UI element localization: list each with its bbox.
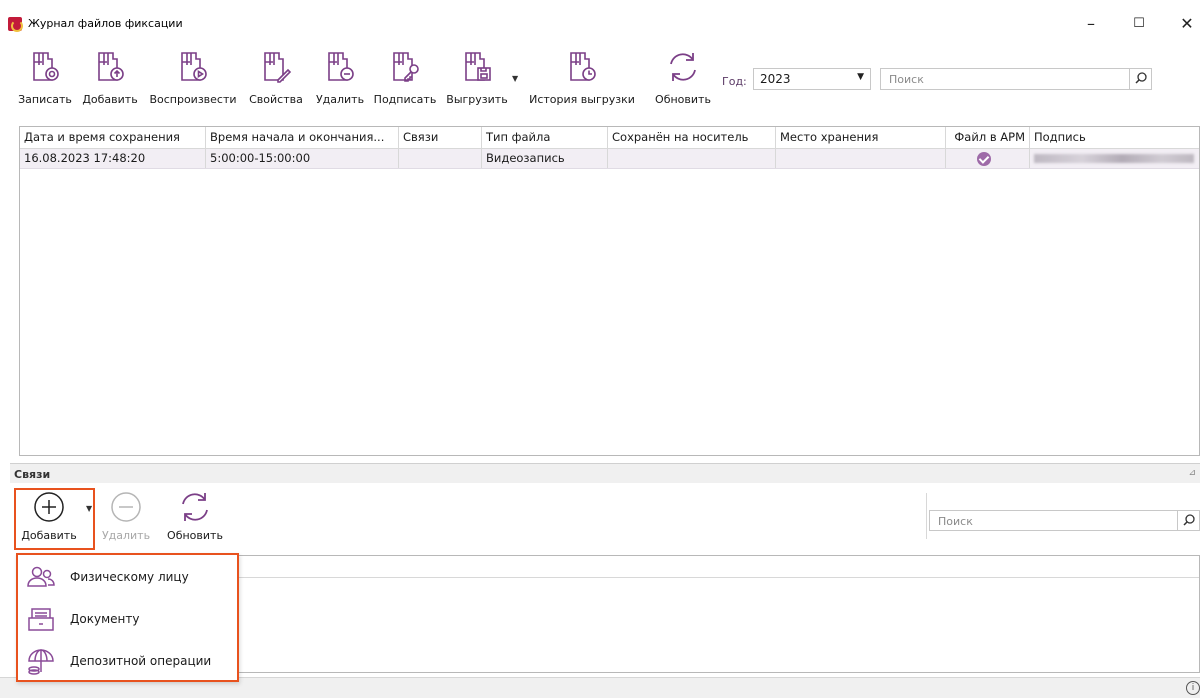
column-header[interactable]: Сохранён на носитель [608,127,776,148]
files-table[interactable]: Дата и время сохранения Время начала и о… [19,126,1200,456]
chevron-down-icon: ▼ [857,72,864,82]
links-delete-label: Удалить [101,529,151,542]
cell-saved-at: 16.08.2023 17:48:20 [20,149,206,168]
menu-item-deposit-label: Депозитной операции [70,654,212,668]
search-icon [1183,514,1195,526]
menu-item-person[interactable]: Физическому лицу [18,557,237,595]
links-search-placeholder: Поиск [938,515,973,528]
column-header[interactable]: Время начала и окончания... [206,127,399,148]
export-label: Выгрузить [446,93,508,106]
search-button[interactable] [1129,69,1151,89]
minus-circle-icon [111,492,141,522]
film-remove-icon [328,52,354,81]
column-header[interactable]: Тип файла [482,127,608,148]
pin-icon[interactable]: ⊿ [1188,468,1196,478]
record-label: Записать [18,93,72,106]
links-panel-title: Связи [14,468,51,481]
links-search-input[interactable]: Поиск [929,510,1200,531]
film-edit-icon [264,52,292,83]
app-logo-icon [8,17,23,32]
year-select[interactable]: 2023 ▼ [753,68,871,90]
add-link-menu: Физическому лицу Документу Депозитной оп… [16,553,239,682]
document-tray-icon [28,608,54,631]
film-key-icon [393,52,419,82]
properties-label: Свойства [249,93,303,106]
refresh-label: Обновить [655,93,711,106]
column-header[interactable]: Файл в АРМ [946,127,1030,148]
menu-item-person-label: Физическому лицу [70,570,189,584]
play-label: Воспроизвести [149,93,237,106]
divider [926,493,927,539]
links-search-button[interactable] [1177,511,1199,531]
column-header[interactable]: Место хранения [776,127,946,148]
links-panel-header: Связи ⊿ [10,463,1200,483]
export-button[interactable]: Выгрузить ▼ [442,44,518,108]
sign-button[interactable]: Подписать [370,44,440,108]
add-file-label: Добавить [82,93,138,106]
play-button[interactable]: Воспроизвести [146,44,240,108]
info-icon[interactable]: i [1186,681,1200,695]
minimize-button[interactable]: – [1076,10,1106,38]
add-file-button[interactable]: Добавить [76,44,144,108]
film-play-icon [181,52,207,81]
delete-file-label: Удалить [315,93,365,106]
cell-file-type: Видеозапись [482,149,608,168]
column-header[interactable]: Подпись [1030,127,1200,148]
search-placeholder: Поиск [889,73,924,86]
signature-blurred [1034,154,1194,163]
table-header: Дата и время сохранения Время начала и о… [20,127,1199,149]
year-value: 2023 [760,72,791,86]
window-title: Журнал файлов фиксации [28,17,183,30]
maximize-button[interactable]: ☐ [1124,10,1154,38]
film-upload-icon [98,52,124,81]
cell-storage [776,149,946,168]
close-button[interactable]: ✕ [1172,10,1200,38]
people-icon [27,566,55,587]
add-button-highlight [14,488,95,550]
film-history-icon [570,52,596,81]
column-header[interactable]: Дата и время сохранения [20,127,206,148]
export-dropdown-icon[interactable]: ▼ [512,74,518,83]
sign-label: Подписать [373,93,437,106]
column-header[interactable]: Связи [399,127,482,148]
record-button[interactable]: Записать [14,44,76,108]
links-refresh-button[interactable]: Обновить [160,491,230,542]
cell-time-range: 5:00:00-15:00:00 [206,149,399,168]
film-save-icon [465,52,491,81]
cell-saved-to-media [608,149,776,168]
menu-item-document[interactable]: Документу [18,599,237,637]
properties-button[interactable]: Свойства [242,44,310,108]
refresh-icon [670,53,696,81]
refresh-button[interactable]: Обновить [650,44,716,108]
year-label: Год: [722,75,747,88]
check-circle-icon [977,152,991,166]
links-refresh-label: Обновить [167,529,223,542]
menu-item-deposit[interactable]: Депозитной операции [18,641,237,679]
title-bar: Журнал файлов фиксации – ☐ ✕ [0,0,1200,36]
menu-item-document-label: Документу [70,612,140,626]
export-history-button[interactable]: История выгрузки [522,44,642,108]
refresh-icon [182,493,208,521]
search-input[interactable]: Поиск [880,68,1152,90]
cell-links [399,149,482,168]
delete-file-button[interactable]: Удалить [310,44,370,108]
links-delete-button[interactable]: Удалить [98,491,154,542]
film-record-icon [33,52,59,81]
table-row[interactable]: 16.08.2023 17:48:20 5:00:00-15:00:00 Вид… [20,149,1199,169]
umbrella-coins-icon [28,649,54,675]
export-history-label: История выгрузки [529,93,635,106]
search-icon [1135,72,1147,84]
